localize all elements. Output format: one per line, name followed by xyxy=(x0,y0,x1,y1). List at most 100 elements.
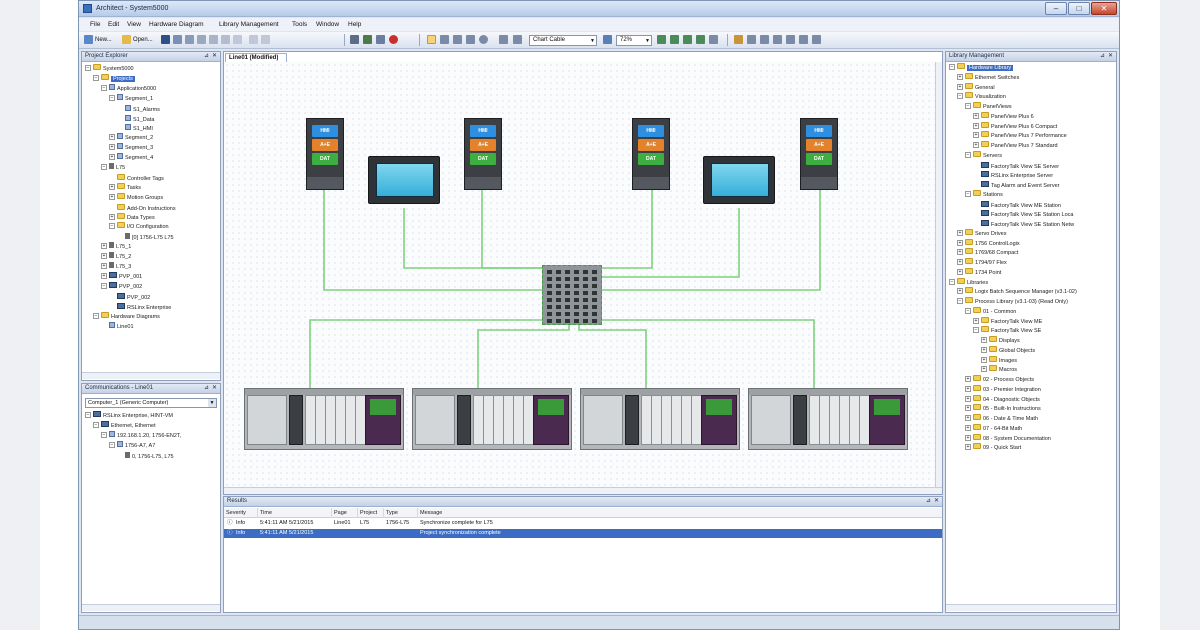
tree-item[interactable]: RSLinx Enterprise Server xyxy=(973,170,1053,180)
tree-item[interactable]: RSLinx Enterprise xyxy=(109,302,171,312)
horizontal-scrollbar[interactable] xyxy=(82,372,220,379)
tree-item[interactable]: + General xyxy=(957,82,995,93)
column-header-type[interactable]: Type xyxy=(384,508,418,518)
tree-item[interactable]: − Projects xyxy=(93,73,135,84)
expand-icon[interactable]: + xyxy=(965,405,971,412)
tree-item[interactable]: +03 - Premier Integration xyxy=(965,384,1041,395)
tree-item[interactable]: +05 - Built-In Instructions xyxy=(965,404,1041,414)
tree-item[interactable]: + PanelView Plus 6 Compact xyxy=(973,121,1057,132)
expand-icon[interactable]: + xyxy=(109,213,115,220)
tree-item[interactable]: − PanelViews xyxy=(965,102,1012,112)
collapse-icon[interactable]: − xyxy=(101,84,107,91)
tree-item[interactable]: S1_Alarms xyxy=(117,104,160,114)
controllogix-rack[interactable] xyxy=(412,388,572,450)
horizontal-scrollbar[interactable] xyxy=(82,604,220,611)
menu-file[interactable]: File xyxy=(90,21,100,28)
zoom-out-icon[interactable] xyxy=(670,35,679,44)
tree-item[interactable]: − 1756-A7, A7 xyxy=(109,441,155,451)
controller-station[interactable]: HMI A+E DAT xyxy=(800,118,838,190)
menu-window[interactable]: Window xyxy=(316,21,339,28)
expand-icon[interactable]: + xyxy=(957,229,963,236)
expand-icon[interactable]: + xyxy=(957,259,963,265)
undo-icon[interactable] xyxy=(249,35,258,44)
tree-item[interactable]: + Logix Batch Sequence Manager (v3.1-02) xyxy=(957,287,1077,297)
align-left-icon[interactable] xyxy=(747,35,756,44)
tree-item[interactable]: − Hardware Library xyxy=(949,63,1014,73)
compare-icon[interactable] xyxy=(376,35,385,44)
paste-icon[interactable] xyxy=(209,35,218,44)
pin-icon[interactable]: ⊿ xyxy=(1100,52,1105,61)
tree-item[interactable]: FactoryTalk View SE Station Loca xyxy=(973,209,1073,219)
ungroup-icon[interactable] xyxy=(812,35,821,44)
expand-icon[interactable]: + xyxy=(973,112,979,119)
expand-icon[interactable]: + xyxy=(965,376,971,382)
minimize-button[interactable]: – xyxy=(1045,2,1067,15)
collapse-icon[interactable]: − xyxy=(965,190,971,197)
controller-station[interactable]: HMI A+E DAT xyxy=(632,118,670,190)
tree-item[interactable]: +08 - System Documentation xyxy=(965,433,1051,444)
tree-item[interactable]: +06 - Date & Time Math xyxy=(965,414,1038,424)
expand-icon[interactable]: + xyxy=(109,154,115,161)
collapse-icon[interactable]: − xyxy=(101,164,107,170)
tree-item[interactable]: + L75_1 xyxy=(101,242,131,252)
controllogix-rack[interactable] xyxy=(748,388,908,450)
tree-item[interactable]: − RSLinx Enterprise, HINT-VM xyxy=(85,411,173,421)
line-icon[interactable] xyxy=(453,35,462,44)
ethernet-switch[interactable] xyxy=(542,265,602,325)
distribute-icon[interactable] xyxy=(786,35,795,44)
tree-item[interactable]: + Data Types xyxy=(109,212,155,223)
open-button[interactable]: Open... xyxy=(133,37,153,43)
tree-item[interactable]: Line01 xyxy=(101,321,134,331)
expand-icon[interactable]: + xyxy=(101,263,107,269)
column-header-severity[interactable]: Severity xyxy=(224,508,258,518)
tree-item[interactable]: + PanelView Plus 7 Performance xyxy=(973,131,1067,141)
tree-item[interactable]: + Macros xyxy=(981,365,1017,375)
close-icon[interactable]: ✕ xyxy=(212,52,217,61)
expand-icon[interactable]: + xyxy=(109,134,115,141)
save-icon[interactable] xyxy=(161,35,170,44)
collapse-icon[interactable]: − xyxy=(101,432,107,438)
expand-icon[interactable]: + xyxy=(101,272,107,279)
pin-icon[interactable]: ⊿ xyxy=(926,497,931,506)
collapse-icon[interactable]: − xyxy=(949,64,955,70)
tree-item[interactable]: + Ethernet Switches xyxy=(957,72,1019,83)
result-row[interactable]: ⓘ Info 5:41:11 AM 5/21/2015 Line01 L75 1… xyxy=(224,519,942,528)
pin-icon[interactable]: ⊿ xyxy=(204,384,209,393)
tree-item[interactable]: + Tasks xyxy=(109,182,141,193)
tree-item[interactable]: + L75_2 xyxy=(101,252,131,262)
pointer-icon[interactable] xyxy=(427,35,436,44)
sync-icon[interactable] xyxy=(363,35,372,44)
link-tool-icon[interactable] xyxy=(513,35,522,44)
zoom-in-icon[interactable] xyxy=(657,35,666,44)
tree-item[interactable]: − Servers xyxy=(965,150,1002,161)
column-header-message[interactable]: Message xyxy=(418,508,918,518)
tree-item[interactable]: +1734 Point xyxy=(957,267,1001,278)
controller-station[interactable]: HMI A+E DAT xyxy=(306,118,344,190)
menu-hardware-diagram[interactable]: Hardware Diagram xyxy=(149,21,204,28)
tree-item[interactable]: − 192.168.1.20, 1756-EN2T, xyxy=(101,431,181,441)
collapse-icon[interactable]: − xyxy=(101,282,107,289)
computer-dropdown[interactable]: Computer_1 (Generic Computer) ▼ xyxy=(85,398,217,408)
tree-item[interactable]: 0, 1756-L75, L75 xyxy=(117,451,174,461)
tree-item[interactable]: − 01 - Common xyxy=(965,306,1016,317)
tree-item[interactable]: + Images xyxy=(981,355,1017,366)
zoom-fit-icon[interactable] xyxy=(683,35,692,44)
expand-icon[interactable]: + xyxy=(101,253,107,260)
collapse-icon[interactable]: − xyxy=(973,327,979,334)
print-icon[interactable] xyxy=(185,35,194,44)
expand-icon[interactable]: + xyxy=(109,144,115,151)
panelview-terminal[interactable] xyxy=(703,156,775,204)
zoom-select-icon[interactable] xyxy=(696,35,705,44)
panelview-terminal[interactable] xyxy=(368,156,440,204)
menu-library-management[interactable]: Library Management xyxy=(219,21,279,28)
tree-item[interactable]: S1_Data xyxy=(117,114,154,124)
tree-item[interactable]: +1756 ControlLogix xyxy=(957,238,1020,249)
tree-item[interactable]: PVP_002 xyxy=(109,292,150,302)
collapse-icon[interactable]: − xyxy=(949,278,955,285)
collapse-icon[interactable]: − xyxy=(93,312,99,319)
tree-item[interactable]: + PanelView Plus 7 Standard xyxy=(973,141,1058,151)
align-right-icon[interactable] xyxy=(773,35,782,44)
tree-item[interactable]: − Application5000 xyxy=(101,83,156,94)
library-icon[interactable] xyxy=(734,35,743,44)
menu-edit[interactable]: Edit xyxy=(108,21,119,28)
